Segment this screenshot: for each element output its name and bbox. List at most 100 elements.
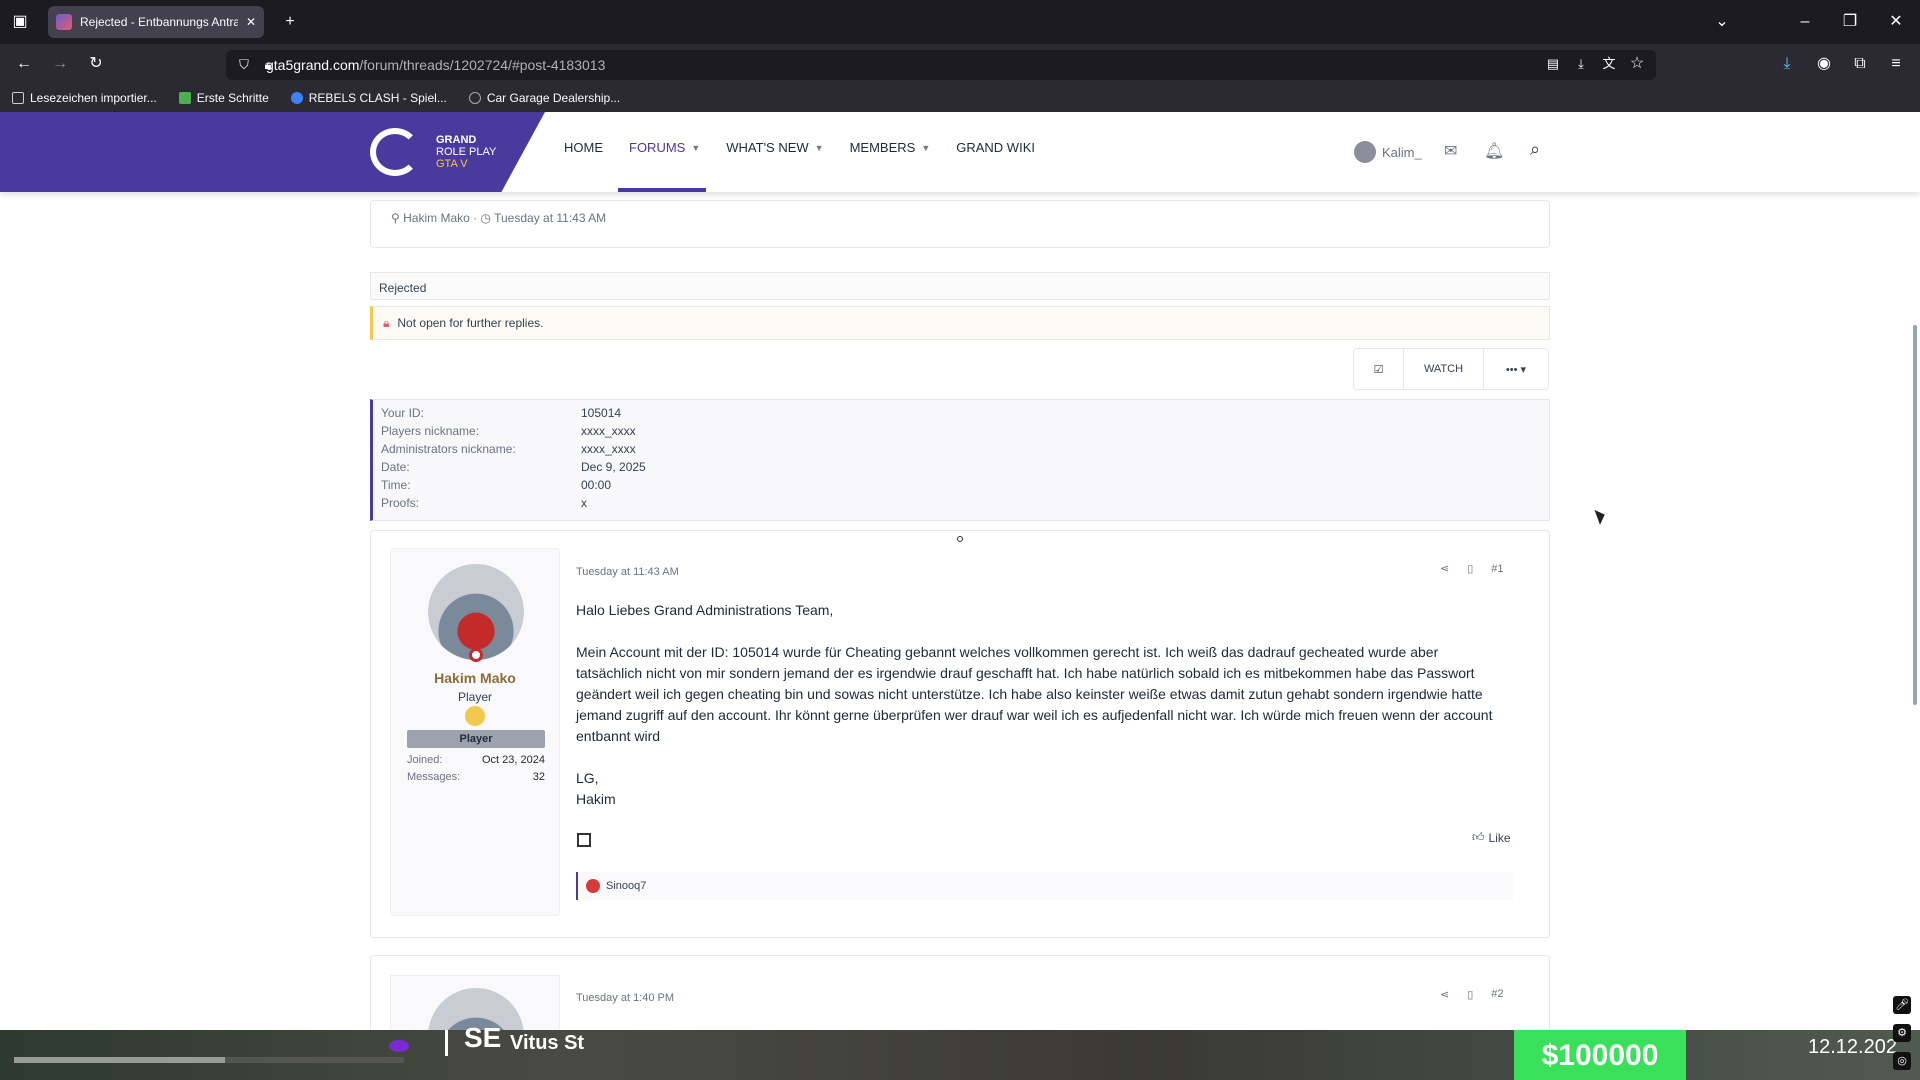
reload-icon[interactable]: ↻ (86, 54, 106, 74)
nav-label: HOME (564, 140, 603, 155)
field-key: Proofs: (381, 496, 420, 510)
nav-label: MEMBERS (849, 140, 916, 155)
post-number[interactable]: #2 (1491, 988, 1503, 1001)
reaction-icon (586, 879, 600, 893)
thread-prefix: Rejected (370, 272, 1550, 300)
tab-list-icon[interactable]: ▣ (10, 12, 30, 32)
watch-label: WATCH (1423, 363, 1464, 375)
tab-overflow-chevron-icon[interactable]: ⌄ (1712, 12, 1732, 32)
user-menu[interactable]: Kalim_ (1354, 141, 1422, 163)
user-banner: Player (407, 730, 545, 748)
field-row: Date: Dec 9, 2025 (381, 460, 646, 478)
locked-notice: 🔒︎ Not open for further replies. (370, 306, 1550, 340)
globe-icon (290, 92, 303, 104)
bookmark-icon[interactable]: ▯ (1467, 562, 1473, 575)
hud-marker-icon (389, 1040, 409, 1052)
settings-icon[interactable]: ⚙ (1893, 1024, 1911, 1042)
restore-icon[interactable]: ❐ (1840, 12, 1860, 32)
chevron-down-icon[interactable]: ▼ (921, 143, 930, 153)
translate-icon[interactable]: 文 (1599, 54, 1619, 74)
avatar[interactable] (428, 564, 524, 660)
browser-tab[interactable]: Rejected - Entbannungs Antrag ✕ (48, 6, 264, 38)
field-key: Your ID: (381, 406, 424, 420)
extensions-icon[interactable]: ⧉ (1850, 54, 1870, 74)
bell-icon[interactable]: 🔔︎ (1484, 141, 1504, 161)
tab-title: Rejected - Entbannungs Antrag (80, 15, 238, 29)
post-username[interactable]: Hakim Mako (390, 670, 560, 686)
nav-grand-wiki[interactable]: GRAND WIKI (956, 140, 1035, 155)
field-key: Time: (381, 478, 411, 492)
field-value: 00:00 (581, 478, 612, 492)
minimize-icon[interactable]: – (1795, 12, 1815, 32)
logo-line: GTA V (436, 158, 468, 170)
bookmark-icon[interactable]: ▯ (1467, 988, 1473, 1001)
bookmark-star-icon[interactable]: ☆ (1627, 54, 1647, 74)
more-options-button[interactable]: ••• ▾ (1484, 349, 1548, 389)
post-date[interactable]: Tuesday at 1:40 PM (576, 992, 674, 1004)
bookmark-label: Lesezeichen importier... (30, 91, 157, 105)
mark-read-button[interactable]: ☑ (1354, 349, 1404, 389)
bookmark-item[interactable]: Erste Schritte (178, 91, 269, 105)
stat-value: 32 (532, 771, 545, 783)
nav-members[interactable]: MEMBERS ▼ (850, 140, 931, 155)
location-icon[interactable]: ◎ (1893, 1052, 1911, 1070)
bookmark-item[interactable]: Lesezeichen importier... (12, 91, 157, 105)
microphone-icon[interactable]: 🎤︎ (1893, 996, 1911, 1014)
import-icon (12, 92, 24, 104)
shield-icon[interactable]: ⛉ (236, 55, 252, 75)
ellipsis-icon: ••• ▾ (1505, 363, 1527, 376)
site-logo-text[interactable]: GRAND ROLE PLAY GTA V (436, 134, 496, 170)
post-date[interactable]: Tuesday at 11:43 AM (576, 566, 679, 578)
menu-icon[interactable]: ≡ (1886, 54, 1906, 74)
back-icon[interactable]: ← (14, 54, 34, 74)
account-icon[interactable]: ◉ (1814, 54, 1834, 74)
nav-whats-new[interactable]: WHAT'S NEW ▼ (726, 140, 823, 155)
locked-notice-text: Not open for further replies. (397, 316, 544, 330)
field-row: Players nickname: xxxx_xxxx (381, 424, 636, 442)
user-icon: ⚲ (391, 211, 400, 225)
chevron-down-icon[interactable]: ▼ (815, 143, 824, 153)
bookmark-item[interactable]: REBELS CLASH - Spiel... (290, 91, 447, 105)
share-icon[interactable]: ⋖ (1440, 988, 1449, 1001)
nav-home[interactable]: HOME (564, 140, 603, 155)
url-bar[interactable]: gta5grand.com/forum/threads/1202724/#pos… (226, 50, 1656, 80)
scrollbar[interactable] (1913, 325, 1917, 705)
tab-close-icon[interactable]: ✕ (246, 15, 256, 29)
thread-author[interactable]: Hakim Mako (403, 211, 470, 225)
search-icon[interactable]: ⌕ (1530, 139, 1540, 160)
check-square-icon: ☑ (1373, 363, 1384, 376)
nav-label: WHAT'S NEW (726, 140, 809, 155)
lock-icon[interactable]: 🔒︎ (260, 55, 276, 75)
like-button[interactable]: 👍︎ Like (1472, 830, 1511, 845)
save-page-icon[interactable]: ⤓ (1571, 54, 1591, 74)
reacted-by[interactable]: Sinooq7 (606, 880, 646, 892)
nav-forums[interactable]: FORUMS ▼ (629, 140, 700, 155)
bookmarks-bar: Lesezeichen importier... Erste Schritte … (0, 84, 1920, 112)
downloads-icon[interactable]: ⤓ (1777, 54, 1797, 74)
post-actions: ⋖ ▯ #2 (1440, 988, 1504, 1001)
stat-key: Joined: (407, 754, 443, 766)
field-row: Your ID: 105014 (381, 406, 621, 424)
share-icon[interactable]: ⋖ (1440, 562, 1449, 575)
field-value: Dec 9, 2025 (581, 460, 646, 474)
reactions-bar: Sinooq7 (576, 872, 1513, 900)
logo-icon[interactable] (370, 128, 420, 176)
main-nav: HOME FORUMS ▼ WHAT'S NEW ▼ MEMBERS ▼ GRAND … (564, 140, 1035, 155)
forward-icon[interactable]: → (50, 54, 70, 74)
window-close-icon[interactable]: ✕ (1886, 12, 1906, 32)
user-stat-messages: Messages: 32 (407, 771, 545, 783)
post-number[interactable]: #1 (1491, 563, 1503, 575)
bookmark-item[interactable]: Car Garage Dealership... (468, 91, 620, 105)
nav-active-indicator (618, 188, 706, 192)
hud-street: Vitus St (510, 1032, 585, 1054)
url-path: /forum/threads/1202724/#post-4183013 (359, 57, 606, 73)
watch-button[interactable]: WATCH (1404, 349, 1484, 389)
inbox-icon[interactable]: ✉ (1444, 141, 1457, 161)
new-tab-icon[interactable]: + (280, 12, 300, 32)
chevron-down-icon[interactable]: ▼ (691, 143, 700, 153)
reader-view-icon[interactable]: ▤ (1543, 54, 1563, 74)
thread-time[interactable]: Tuesday at 11:43 AM (494, 211, 606, 225)
hud-compass: SE (464, 1022, 502, 1053)
select-post-checkbox[interactable] (577, 833, 591, 847)
logo-line: GRAND (436, 134, 477, 146)
